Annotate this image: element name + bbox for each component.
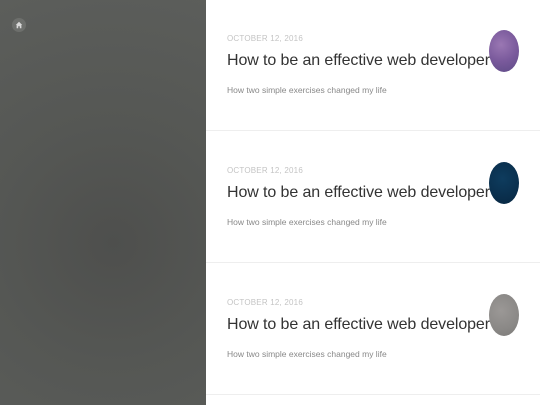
post-title[interactable]: How to be an effective web developer xyxy=(227,316,490,334)
post-card[interactable]: OCTOBER 12, 2016 How to be an effective … xyxy=(206,264,540,395)
post-date: OCTOBER 12, 2016 xyxy=(227,34,303,43)
post-date: OCTOBER 12, 2016 xyxy=(227,298,303,307)
post-thumbnail[interactable] xyxy=(489,294,519,336)
post-date: OCTOBER 12, 2016 xyxy=(227,166,303,175)
post-subtitle: How two simple exercises changed my life xyxy=(227,85,387,95)
home-icon xyxy=(15,21,23,29)
sidebar-cover xyxy=(0,0,206,405)
post-card[interactable]: OCTOBER 12, 2016 How to be an effective … xyxy=(206,0,540,131)
post-card[interactable]: OCTOBER 12, 2016 How to be an effective … xyxy=(206,132,540,263)
page: OCTOBER 12, 2016 How to be an effective … xyxy=(0,0,540,405)
home-button[interactable] xyxy=(12,18,26,32)
post-subtitle: How two simple exercises changed my life xyxy=(227,349,387,359)
post-thumbnail[interactable] xyxy=(489,162,519,204)
post-title[interactable]: How to be an effective web developer xyxy=(227,184,490,202)
post-title[interactable]: How to be an effective web developer xyxy=(227,52,490,70)
post-subtitle: How two simple exercises changed my life xyxy=(227,217,387,227)
post-thumbnail[interactable] xyxy=(489,30,519,72)
post-feed: OCTOBER 12, 2016 How to be an effective … xyxy=(206,0,540,405)
